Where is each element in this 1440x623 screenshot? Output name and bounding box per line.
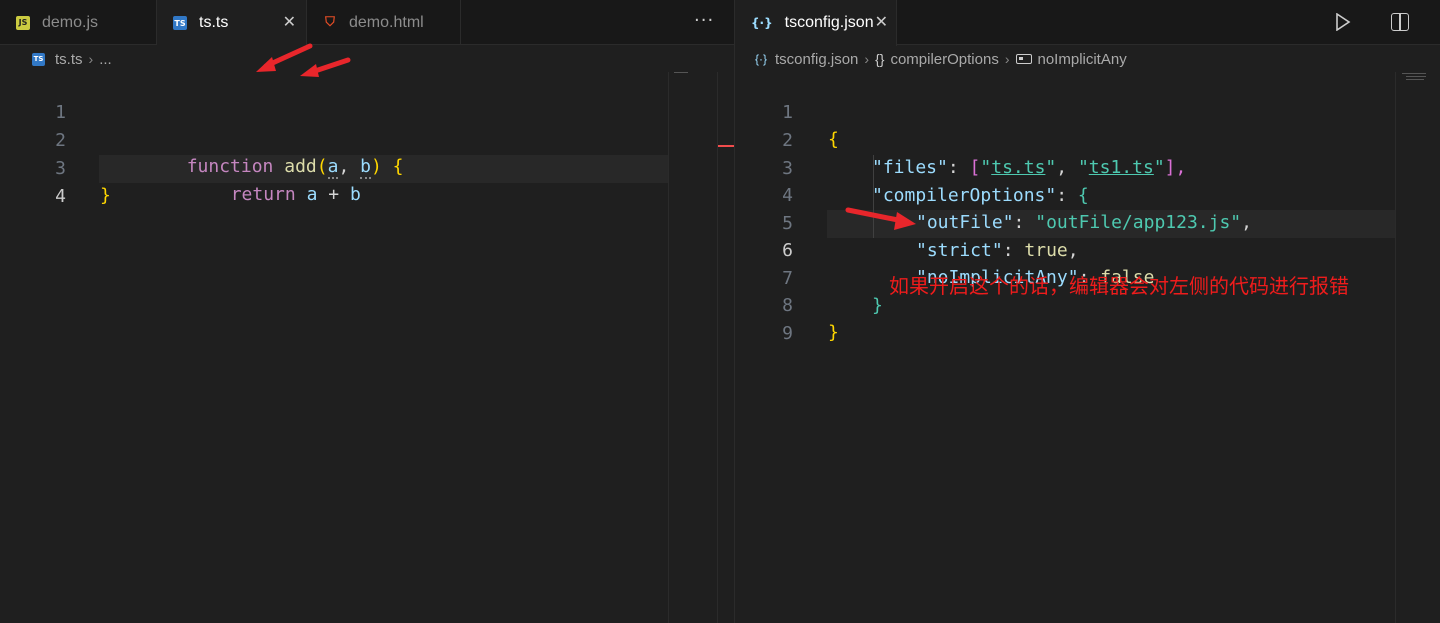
code-line: 3 "compilerOptions": { <box>735 128 1440 206</box>
red-arrow-icon <box>845 207 916 230</box>
breadcrumb-property[interactable]: noImplicitAny <box>1038 51 1127 68</box>
code-editor[interactable]: 1 function add(a, b) { 2 return a + b 3 … <box>0 72 734 623</box>
annotation-text: 如果开启这个的话，编辑器会对左侧的代码进行报错 <box>889 274 1349 298</box>
js-file-icon: JS <box>16 15 30 30</box>
left-tab-bar: JS demo.js TS ts.ts ✕ ⛉ demo.html ··· <box>0 0 734 46</box>
minimap-line <box>1406 76 1426 77</box>
tab-tsconfig-json[interactable]: {·} tsconfig.json ✕ <box>735 0 897 46</box>
tab-label: demo.js <box>42 13 99 31</box>
code-line: 2 "files": ["ts.ts", "ts1.ts"], <box>735 100 1440 178</box>
breadcrumb-rest[interactable]: ... <box>99 51 112 68</box>
right-editor-pane: {·} tsconfig.json ✕ {·} tsconfig.json › … <box>735 0 1440 623</box>
tab-demo-html[interactable]: ⛉ demo.html <box>307 0 461 45</box>
ts-file-icon: TS <box>32 52 45 66</box>
chevron-right-icon: › <box>1004 51 1010 67</box>
red-arrow-icon <box>256 43 351 77</box>
code-line: 6 "noImplicitAny": false <box>735 210 1440 288</box>
tab-demo-js[interactable]: JS demo.js <box>0 0 157 45</box>
chevron-right-icon: › <box>864 51 870 67</box>
minimap-line <box>1402 73 1426 74</box>
tab-label: tsconfig.json <box>784 14 874 31</box>
left-editor-pane: JS demo.js TS ts.ts ✕ ⛉ demo.html ··· TS… <box>0 0 734 623</box>
code-line: 7 } <box>735 238 1440 316</box>
code-editor[interactable]: 1 { 2 "files": ["ts.ts", "ts1.ts"], 3 "c… <box>735 72 1440 623</box>
close-icon[interactable]: ✕ <box>283 12 296 32</box>
json-file-icon: {·} <box>755 52 768 66</box>
minimap-line <box>674 72 688 73</box>
scrollbar[interactable] <box>717 72 731 623</box>
chevron-right-icon: › <box>88 51 94 67</box>
html-file-icon: ⛉ <box>325 15 335 30</box>
json-file-icon: {·} <box>751 16 773 30</box>
minimap-line <box>1406 79 1424 80</box>
code-line: 1 { <box>735 72 1440 150</box>
object-icon: {} <box>875 51 885 67</box>
ts-file-icon: TS <box>173 16 187 30</box>
tab-label: demo.html <box>349 13 424 31</box>
code-line: 4 "outFile": "outFile/app123.js", <box>735 155 1440 233</box>
run-icon[interactable] <box>1335 13 1351 31</box>
code-line: 2 return a + b <box>0 100 734 205</box>
split-editor-icon[interactable] <box>1391 13 1409 31</box>
code-line: 1 function add(a, b) { <box>0 72 734 179</box>
code-line: 4 <box>0 156 734 207</box>
code-line: 3 } <box>0 128 734 206</box>
breadcrumb: {·} tsconfig.json › {} compilerOptions ›… <box>735 46 1440 72</box>
minimap[interactable] <box>668 72 669 623</box>
right-tab-bar: {·} tsconfig.json ✕ <box>735 0 1440 46</box>
code-line: 5 "strict": true, <box>735 183 1440 261</box>
minimap[interactable] <box>1395 72 1396 623</box>
line-number: 4 <box>55 186 66 207</box>
breadcrumb: TS ts.ts › ... <box>0 46 734 72</box>
error-marker <box>718 145 734 147</box>
breadcrumb-object[interactable]: compilerOptions <box>890 51 998 68</box>
tab-label: ts.ts <box>199 14 229 31</box>
boolean-property-icon <box>1015 54 1032 64</box>
more-actions-icon[interactable]: ··· <box>694 10 714 31</box>
line-number: 9 <box>782 323 793 344</box>
breadcrumb-file[interactable]: tsconfig.json <box>775 51 858 68</box>
breadcrumb-file[interactable]: ts.ts <box>55 51 83 68</box>
close-icon[interactable]: ✕ <box>875 12 888 32</box>
